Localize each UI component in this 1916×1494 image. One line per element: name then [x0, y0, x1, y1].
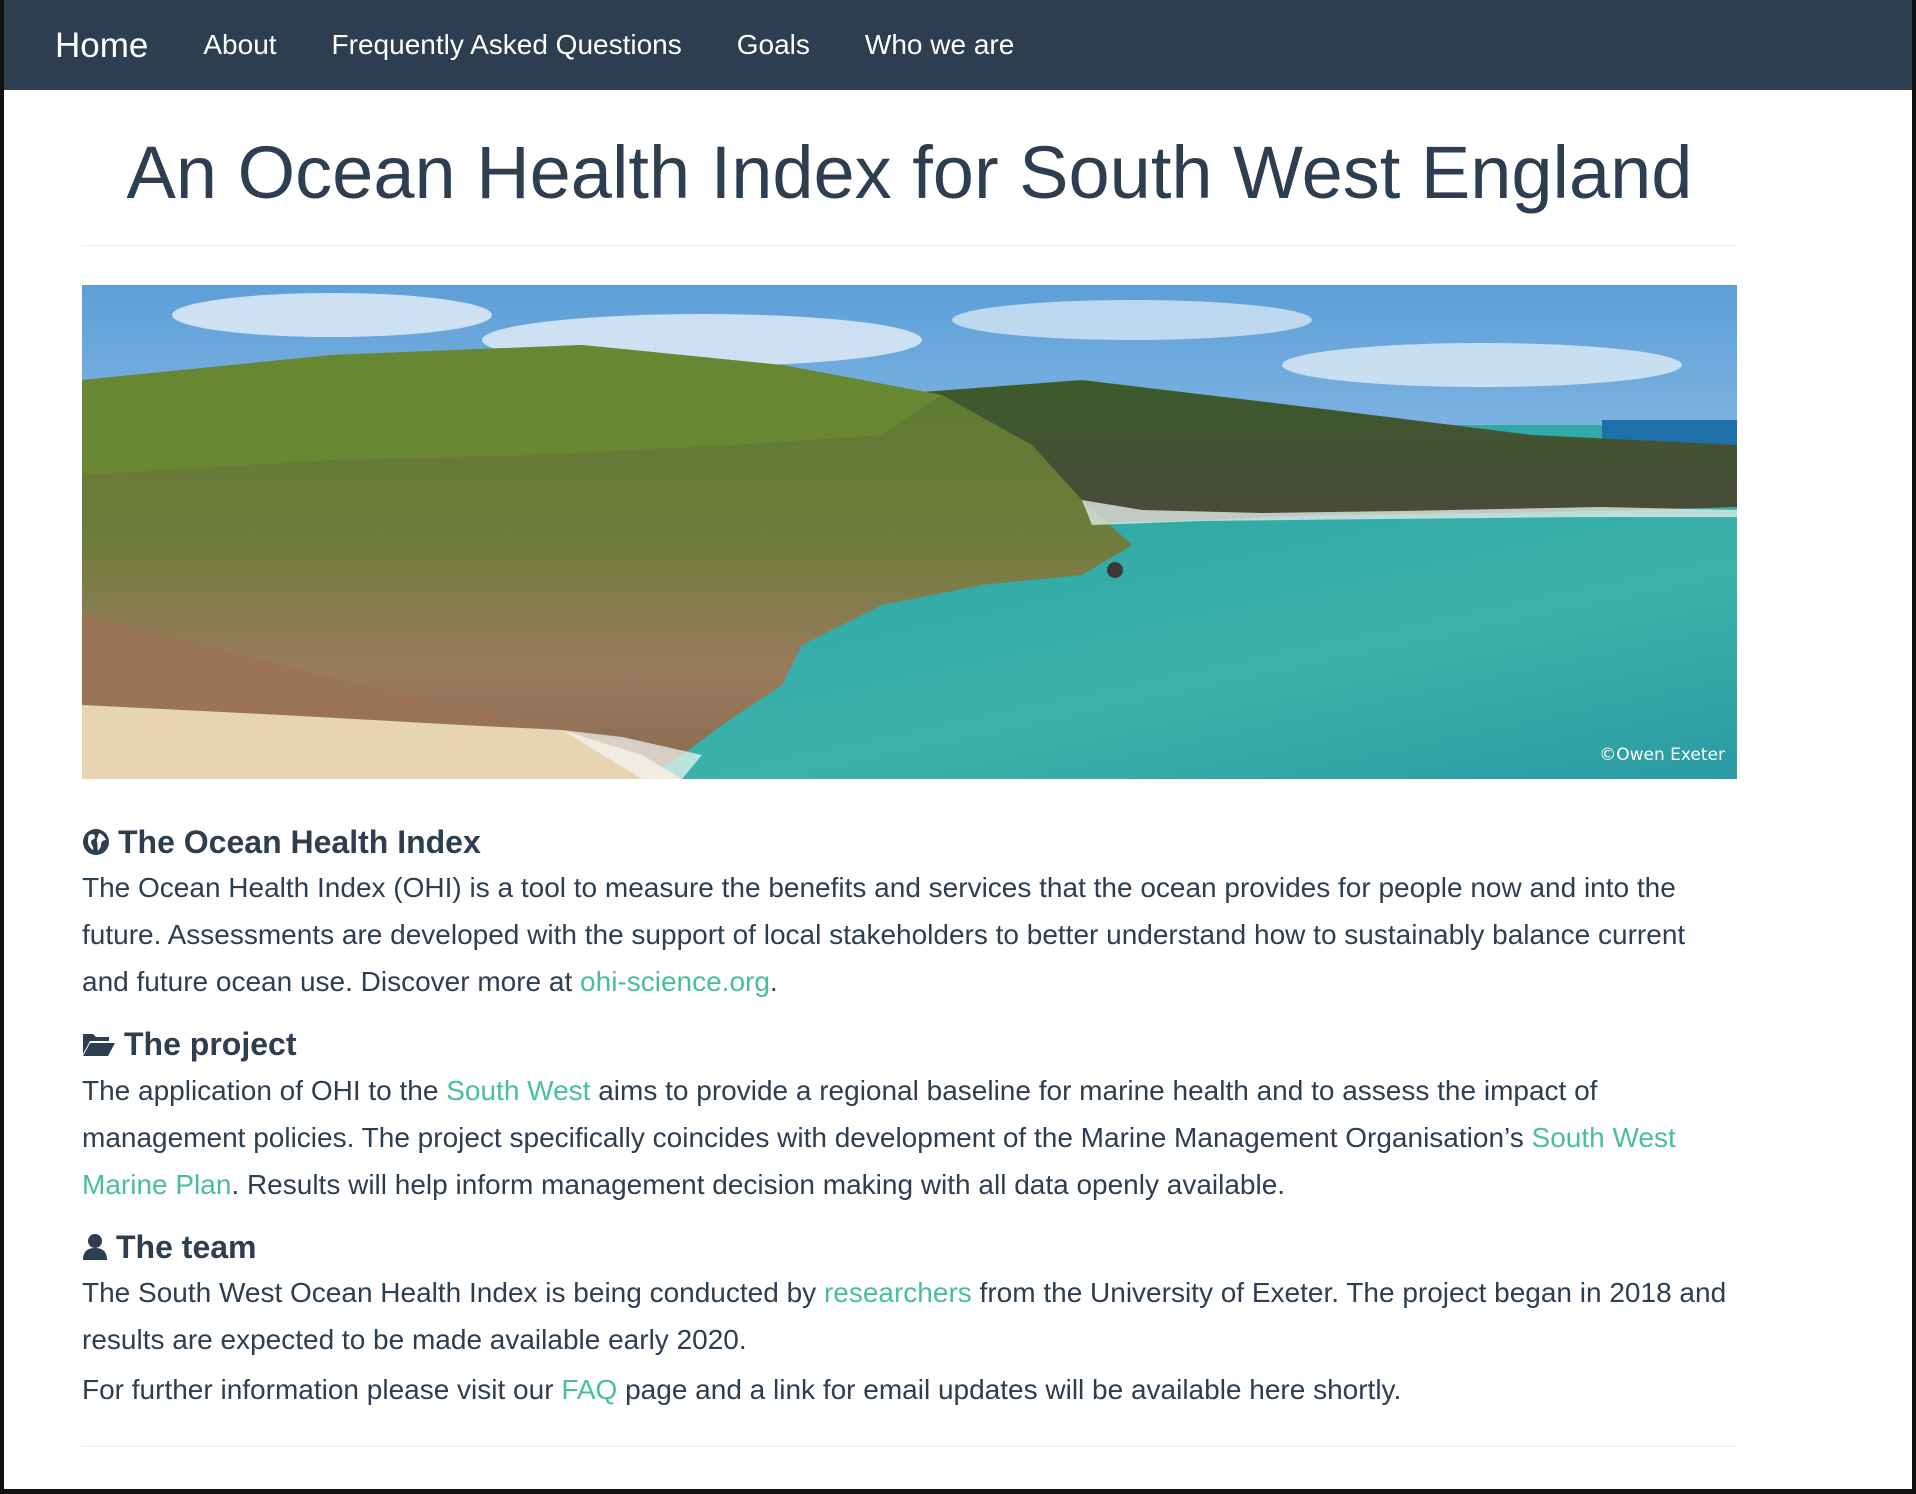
further-info-text: For further information please visit our… [82, 1366, 1737, 1413]
nav-home-link[interactable]: Home [55, 28, 148, 63]
folder-open-icon [82, 1030, 116, 1058]
footer-divider [82, 1446, 1737, 1448]
section-heading-ohi: The Ocean Health Index [82, 823, 1737, 861]
section-heading-ohi-label: The Ocean Health Index [118, 823, 481, 860]
navbar: Home About Frequently Asked Questions Go… [4, 0, 1912, 90]
further-text-part-1: For further information please visit our [82, 1374, 562, 1406]
project-text-part-3: . Results will help inform management de… [231, 1168, 1286, 1200]
researchers-link[interactable]: researchers [824, 1277, 972, 1308]
hero-landscape-graphic [82, 284, 1737, 779]
further-text-part-2: page and a link for email updates will b… [617, 1374, 1402, 1406]
section-text-ohi: The Ocean Health Index (OHI) is a tool t… [82, 864, 1737, 1005]
section-team: The team The South West Ocean Health Ind… [82, 1228, 1737, 1413]
south-west-link[interactable]: South West [446, 1075, 590, 1106]
ohi-text-part: The Ocean Health Index (OHI) is a tool t… [82, 872, 1686, 998]
faq-link[interactable]: FAQ [561, 1374, 617, 1405]
section-text-project: The application of OHI to the South West… [82, 1067, 1737, 1208]
nav-about-link[interactable]: About [203, 31, 276, 59]
ohi-science-link[interactable]: ohi-science.org [580, 966, 770, 997]
section-heading-team: The team [82, 1228, 1737, 1266]
ohi-text-end: . [769, 966, 778, 998]
section-project: The project The application of OHI to th… [82, 1025, 1737, 1207]
nav-goals-link[interactable]: Goals [737, 31, 810, 59]
team-text-part-1: The South West Ocean Health Index is bei… [82, 1277, 824, 1309]
section-text-team: The South West Ocean Health Index is bei… [82, 1269, 1737, 1363]
section-heading-project: The project [82, 1025, 1737, 1063]
user-icon [82, 1233, 108, 1261]
globe-icon [82, 828, 110, 856]
nav-who-we-are-link[interactable]: Who we are [865, 31, 1014, 59]
nav-faq-link[interactable]: Frequently Asked Questions [332, 31, 682, 59]
project-text-part-1: The application of OHI to the [82, 1074, 447, 1106]
page: Home About Frequently Asked Questions Go… [4, 0, 1912, 1489]
page-title: An Ocean Health Index for South West Eng… [126, 131, 1693, 214]
page-header: An Ocean Health Index for South West Eng… [82, 90, 1737, 246]
main-content: An Ocean Health Index for South West Eng… [82, 90, 1737, 1448]
hero-image: ©Owen Exeter [82, 284, 1737, 779]
section-heading-project-label: The project [124, 1026, 297, 1063]
section-heading-team-label: The team [116, 1228, 257, 1265]
photo-credit: ©Owen Exeter [1599, 744, 1725, 765]
section-ocean-health-index: The Ocean Health Index The Ocean Health … [82, 823, 1737, 1005]
